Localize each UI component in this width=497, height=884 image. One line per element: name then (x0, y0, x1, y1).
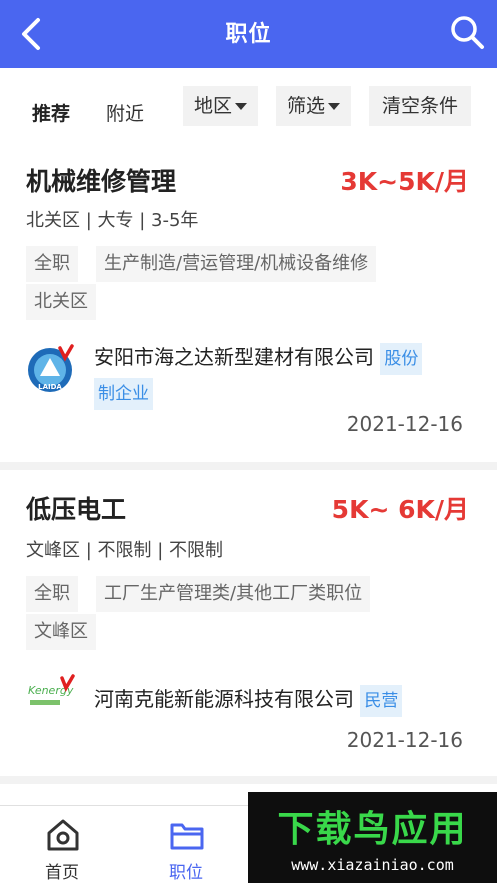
watermark-url: www.xiazainiao.com (291, 856, 454, 874)
company-type-badge: 民营 (360, 685, 403, 717)
tab-nearby[interactable]: 附近 (106, 94, 144, 134)
job-tag: 北关区 (26, 284, 96, 320)
folder-icon (170, 823, 204, 850)
filter-bar: 推荐 附近 地区 筛选 清空条件 (0, 68, 497, 146)
top-app-bar: 职位 (0, 0, 497, 68)
job-date: 2021-12-16 (346, 728, 463, 752)
logo-text: LAIDA (38, 383, 62, 391)
job-date: 2021-12-16 (346, 412, 463, 436)
region-dropdown[interactable]: 地区 (183, 86, 258, 126)
job-tag: 生产制造/营运管理/机械设备维修 (96, 246, 377, 282)
job-tag: 全职 (26, 246, 78, 282)
job-salary: 3K~5K/月 (340, 167, 469, 196)
home-icon (47, 819, 79, 851)
company-type-badge-cont: 制企业 (94, 378, 153, 410)
company-type-badge: 股份 (380, 343, 423, 375)
nav-home[interactable]: 首页 (17, 806, 107, 884)
job-tag: 全职 (26, 576, 78, 612)
region-dropdown-label: 地区 (193, 95, 232, 117)
tab-recommended[interactable]: 推荐 (32, 94, 70, 134)
company-name: 安阳市海之达新型建材有限公司 股份 制企业 (94, 340, 484, 410)
company-logo: Kenergy (26, 674, 76, 724)
page-title: 职位 (225, 22, 272, 47)
job-meta: 北关区 | 大专 | 3-5年 (26, 210, 199, 231)
filter-dropdown-label: 筛选 (286, 95, 325, 117)
company-name-text: 安阳市海之达新型建材有限公司 (94, 345, 374, 369)
nav-jobs[interactable]: 职位 (141, 806, 231, 884)
watermark-text: 下载鸟应用 (277, 809, 468, 850)
job-title: 低压电工 (26, 495, 127, 524)
job-title: 机械维修管理 (26, 167, 177, 196)
search-icon (451, 16, 484, 49)
clear-filters-button[interactable]: 清空条件 (369, 86, 471, 126)
caret-down-icon (235, 103, 247, 110)
company-name-text: 河南克能新能源科技有限公司 (94, 687, 354, 711)
job-meta: 文峰区 | 不限制 | 不限制 (26, 540, 224, 561)
job-tag: 文峰区 (26, 614, 96, 650)
nav-jobs-label: 职位 (169, 863, 203, 883)
job-salary: 5K~ 6K/月 (331, 495, 469, 524)
job-card[interactable]: 低压电工 5K~ 6K/月 文峰区 | 不限制 | 不限制 全职 工厂生产管理类… (0, 470, 497, 776)
job-tag: 工厂生产管理类/其他工厂类职位 (96, 576, 371, 612)
nav-home-label: 首页 (45, 863, 79, 883)
filter-dropdown[interactable]: 筛选 (276, 86, 351, 126)
caret-down-icon (328, 103, 340, 110)
watermark-banner: 下载鸟应用 www.xiazainiao.com (248, 792, 497, 883)
company-logo: LAIDA (26, 344, 76, 394)
search-button[interactable] (447, 12, 487, 52)
company-name: 河南克能新能源科技有限公司 民营 (94, 682, 403, 717)
job-card[interactable]: 机械维修管理 3K~5K/月 北关区 | 大专 | 3-5年 全职 生产制造/营… (0, 146, 497, 462)
